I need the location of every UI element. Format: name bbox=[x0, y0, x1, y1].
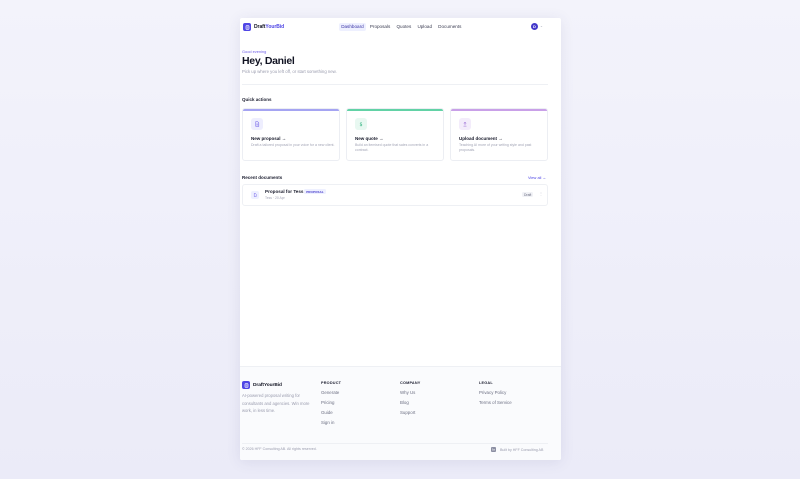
footer-column-heading: COMPANY bbox=[400, 381, 421, 385]
card-title: Upload document → bbox=[459, 136, 503, 141]
document-icon bbox=[251, 118, 263, 130]
card-accent-bar bbox=[347, 109, 443, 111]
user-avatar[interactable]: D bbox=[531, 23, 538, 30]
view-all-link[interactable]: View all → bbox=[528, 175, 546, 180]
app-window: DraftYourBid Dashboard Proposals Quotes … bbox=[240, 18, 561, 460]
svg-text:$: $ bbox=[359, 122, 362, 127]
document-name: Proposal for Tess bbox=[265, 189, 304, 194]
nav-documents[interactable]: Documents bbox=[436, 23, 464, 31]
more-options-icon[interactable]: ⋮ bbox=[539, 191, 543, 196]
footer-brand[interactable]: DraftYourBid bbox=[242, 381, 282, 389]
document-type-badge: PROPOSAL bbox=[304, 189, 327, 195]
status-badge: Draft bbox=[522, 192, 534, 198]
quick-actions-heading: Quick actions bbox=[242, 97, 272, 102]
footer-link-why-us[interactable]: Why Us bbox=[400, 390, 421, 400]
card-title: New proposal → bbox=[251, 136, 287, 141]
document-icon bbox=[251, 191, 259, 199]
nav-proposals[interactable]: Proposals bbox=[368, 23, 393, 31]
footer-link-sign-in[interactable]: Sign in bbox=[321, 420, 341, 430]
card-accent-bar bbox=[451, 109, 547, 111]
footer-tagline: AI-powered proposal writing for consulta… bbox=[242, 393, 310, 413]
card-accent-bar bbox=[243, 109, 339, 111]
footer-link-generate[interactable]: Generate bbox=[321, 390, 341, 400]
nav-dashboard[interactable]: Dashboard bbox=[339, 23, 366, 31]
page-title: Hey, Daniel bbox=[242, 55, 295, 67]
footer-column-product: PRODUCT Generate Pricing Guide Sign in bbox=[321, 381, 341, 430]
brand-name: DraftYourBid bbox=[254, 24, 284, 30]
nav-links: Dashboard Proposals Quotes Upload Docume… bbox=[339, 23, 465, 31]
footer-brand-name: DraftYourBid bbox=[253, 382, 282, 388]
document-meta: Tess · 20 Apr bbox=[265, 196, 285, 200]
footer-link-blog[interactable]: Blog bbox=[400, 400, 421, 410]
footer: DraftYourBid AI-powered proposal writing… bbox=[240, 366, 561, 460]
new-proposal-card[interactable]: New proposal → Draft a tailored proposal… bbox=[242, 108, 340, 161]
nav-upload[interactable]: Upload bbox=[415, 23, 434, 31]
logo-icon bbox=[242, 381, 250, 389]
footer-link-pricing[interactable]: Pricing bbox=[321, 400, 341, 410]
brand-name-part2: YourBid bbox=[265, 24, 285, 30]
card-description: Draft a tailored proposal in your voice … bbox=[251, 143, 335, 147]
new-quote-card[interactable]: $ New quote → Build an itemised quote th… bbox=[346, 108, 444, 161]
dollar-icon: $ bbox=[355, 118, 367, 130]
footer-divider bbox=[242, 443, 548, 444]
document-row[interactable]: Proposal for Tess PROPOSAL Tess · 20 Apr… bbox=[242, 184, 548, 206]
built-by-text: Built by HFF Consulting AB bbox=[500, 447, 544, 452]
footer-link-privacy-policy[interactable]: Privacy Policy bbox=[479, 390, 512, 400]
nav-quotes[interactable]: Quotes bbox=[394, 23, 413, 31]
footer-column-heading: PRODUCT bbox=[321, 381, 342, 385]
footer-link-guide[interactable]: Guide bbox=[321, 410, 341, 420]
upload-icon bbox=[459, 118, 471, 130]
hero-divider bbox=[242, 84, 548, 85]
chevron-down-icon[interactable]: ⌄ bbox=[540, 24, 543, 28]
top-nav: DraftYourBid Dashboard Proposals Quotes … bbox=[240, 18, 561, 36]
card-title: New quote → bbox=[355, 136, 384, 141]
greeting-text: Good evening bbox=[242, 49, 267, 54]
logo-icon bbox=[243, 23, 251, 31]
copyright-text: © 2026 HFF Consulting AB. All rights res… bbox=[242, 447, 317, 451]
card-description: Teaching AI more of your writing style a… bbox=[459, 143, 532, 152]
card-description: Build an itemised quote that sales conve… bbox=[355, 143, 429, 152]
recent-documents-heading: Recent documents bbox=[242, 175, 283, 180]
footer-column-company: COMPANY Why Us Blog Support bbox=[400, 381, 421, 420]
brand-name-part1: Draft bbox=[254, 24, 266, 30]
footer-column-legal: LEGAL Privacy Policy Terms of Service bbox=[479, 381, 512, 410]
linkedin-icon bbox=[491, 447, 496, 452]
footer-link-terms-of-service[interactable]: Terms of Service bbox=[479, 400, 512, 410]
footer-column-heading: LEGAL bbox=[479, 381, 493, 385]
upload-document-card[interactable]: Upload document → Teaching AI more of yo… bbox=[450, 108, 548, 161]
footer-link-support[interactable]: Support bbox=[400, 410, 421, 420]
brand-logo[interactable]: DraftYourBid bbox=[243, 23, 284, 31]
built-by[interactable]: Built by HFF Consulting AB bbox=[491, 447, 543, 452]
page-subtitle: Pick up where you left off, or start som… bbox=[242, 69, 337, 74]
